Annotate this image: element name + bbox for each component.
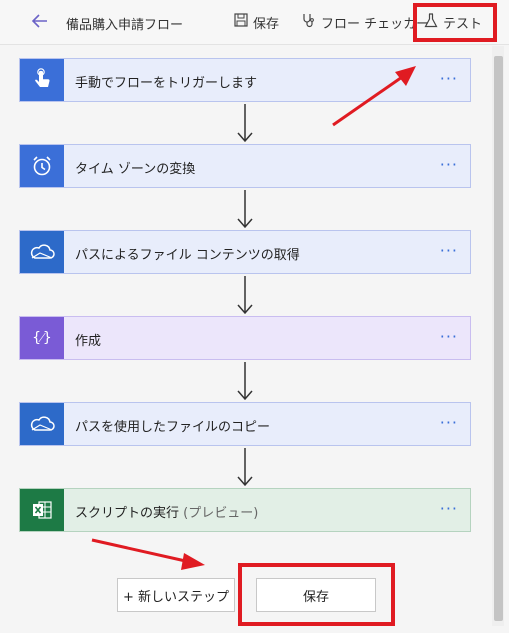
step-convert-timezone[interactable]: タイム ゾーンの変換 ··· — [19, 144, 471, 188]
step-label: 作成 — [75, 334, 102, 349]
back-arrow-icon[interactable] — [30, 11, 50, 31]
more-options-icon[interactable]: ··· — [440, 155, 458, 174]
stethoscope-icon — [301, 13, 316, 32]
connector-arrow-icon — [237, 190, 253, 229]
new-step-button[interactable]: + 新しいステップ — [117, 578, 235, 612]
onedrive-cloud-icon — [20, 231, 64, 273]
excel-icon — [20, 489, 64, 531]
more-options-icon[interactable]: ··· — [440, 241, 458, 260]
scrollbar-thumb[interactable] — [494, 56, 503, 621]
more-options-icon[interactable]: ··· — [440, 327, 458, 346]
flow-title: 備品購入申請フロー — [66, 18, 184, 33]
more-options-icon[interactable]: ··· — [440, 499, 458, 518]
step-copy-file[interactable]: パスを使用したファイルのコピー ··· — [19, 402, 471, 446]
step-label: タイム ゾーンの変換 — [75, 162, 196, 177]
alarm-clock-icon — [20, 145, 64, 187]
step-manual-trigger[interactable]: 手動でフローをトリガーします ··· — [19, 58, 471, 102]
save-disk-icon — [234, 13, 248, 31]
step-run-script[interactable]: スクリプトの実行 (プレビュー) ··· — [19, 488, 471, 532]
connector-arrow-icon — [237, 276, 253, 315]
annotation-highlight-save — [238, 563, 395, 626]
step-label: 手動でフローをトリガーします — [75, 76, 258, 91]
annotation-highlight-test — [413, 3, 497, 42]
step-label: パスを使用したファイルのコピー — [75, 420, 271, 435]
step-label: スクリプトの実行 (プレビュー) — [75, 506, 259, 521]
more-options-icon[interactable]: ··· — [440, 413, 458, 432]
more-options-icon[interactable]: ··· — [440, 69, 458, 88]
onedrive-cloud-icon — [20, 403, 64, 445]
step-label: パスによるファイル コンテンツの取得 — [75, 248, 300, 263]
connector-arrow-icon — [237, 104, 253, 143]
connector-arrow-icon — [237, 362, 253, 401]
touch-trigger-icon — [20, 59, 64, 101]
save-toolbar-label: 保存 — [253, 16, 280, 32]
step-compose[interactable]: {⁄} 作成 ··· — [19, 316, 471, 360]
annotation-arrow-icon — [91, 538, 205, 570]
connector-arrow-icon — [237, 448, 253, 487]
flow-checker-button[interactable]: フロー チェッカー — [301, 10, 429, 34]
compose-icon: {⁄} — [20, 317, 64, 359]
save-toolbar-button[interactable]: 保存 — [234, 10, 279, 34]
step-get-file-content[interactable]: パスによるファイル コンテンツの取得 ··· — [19, 230, 471, 274]
